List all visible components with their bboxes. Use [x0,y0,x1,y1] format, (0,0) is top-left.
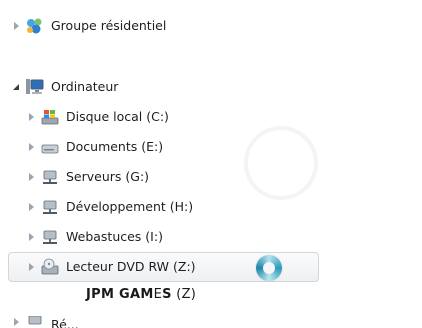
nav-item-label: Lecteur DVD RW (Z:) [66,259,196,274]
drive-media-label: JPM GAMES (Z) [86,287,196,302]
nav-item-label: Webastuces (I:) [66,229,163,244]
tooltip-part: PM GAM [91,287,154,302]
expand-arrow-icon[interactable] [10,316,22,328]
nav-item-label: Ré... [51,317,79,328]
expand-arrow-icon[interactable] [25,111,37,123]
system-drive-icon [39,108,61,126]
expand-arrow-icon[interactable] [10,20,22,32]
loading-spinner-icon [256,255,282,281]
nav-item-drive-h[interactable]: Développement (H:) [25,194,193,220]
tooltip-part: E [153,287,163,302]
nav-item-label: Ordinateur [51,79,119,94]
nav-item-drive-e[interactable]: Documents (E:) [25,134,163,160]
homegroup-icon [24,17,46,35]
expand-arrow-icon[interactable] [25,231,37,243]
network-drive-icon [39,198,61,216]
hard-drive-icon [39,138,61,156]
computer-icon [24,78,46,96]
network-drive-icon [39,168,61,186]
nav-item-drive-z[interactable]: Lecteur DVD RW (Z:) [25,254,196,280]
nav-item-label: Serveurs (G:) [66,169,150,184]
nav-item-label: Disque local (C:) [66,109,169,124]
expand-arrow-icon[interactable] [25,171,37,183]
nav-item-homegroup[interactable]: Groupe résidentiel [10,13,166,39]
dvd-drive-icon [39,258,61,276]
expand-arrow-icon[interactable] [25,261,37,273]
nav-item-drive-g[interactable]: Serveurs (G:) [25,164,149,190]
nav-item-label: Documents (E:) [66,139,164,154]
nav-item-label: Développement (H:) [66,199,194,214]
tooltip-part: S [162,287,172,302]
expand-arrow-icon[interactable] [25,201,37,213]
nav-item-drive-c[interactable]: Disque local (C:) [25,104,169,130]
content-pane [323,0,422,326]
expand-arrow-icon[interactable] [25,141,37,153]
network-icon [24,316,46,328]
explorer-navigation-screenshot: Groupe résidentiel Ordinateur Disque loc… [0,0,422,328]
nav-item-label: Groupe résidentiel [51,18,167,33]
nav-item-computer[interactable]: Ordinateur [10,74,118,100]
nav-item-network[interactable]: Ré... [10,316,79,328]
network-drive-icon [39,228,61,246]
nav-item-drive-i[interactable]: Webastuces (I:) [25,224,163,250]
collapse-arrow-icon[interactable] [10,81,22,93]
tooltip-suffix: (Z) [171,287,197,302]
